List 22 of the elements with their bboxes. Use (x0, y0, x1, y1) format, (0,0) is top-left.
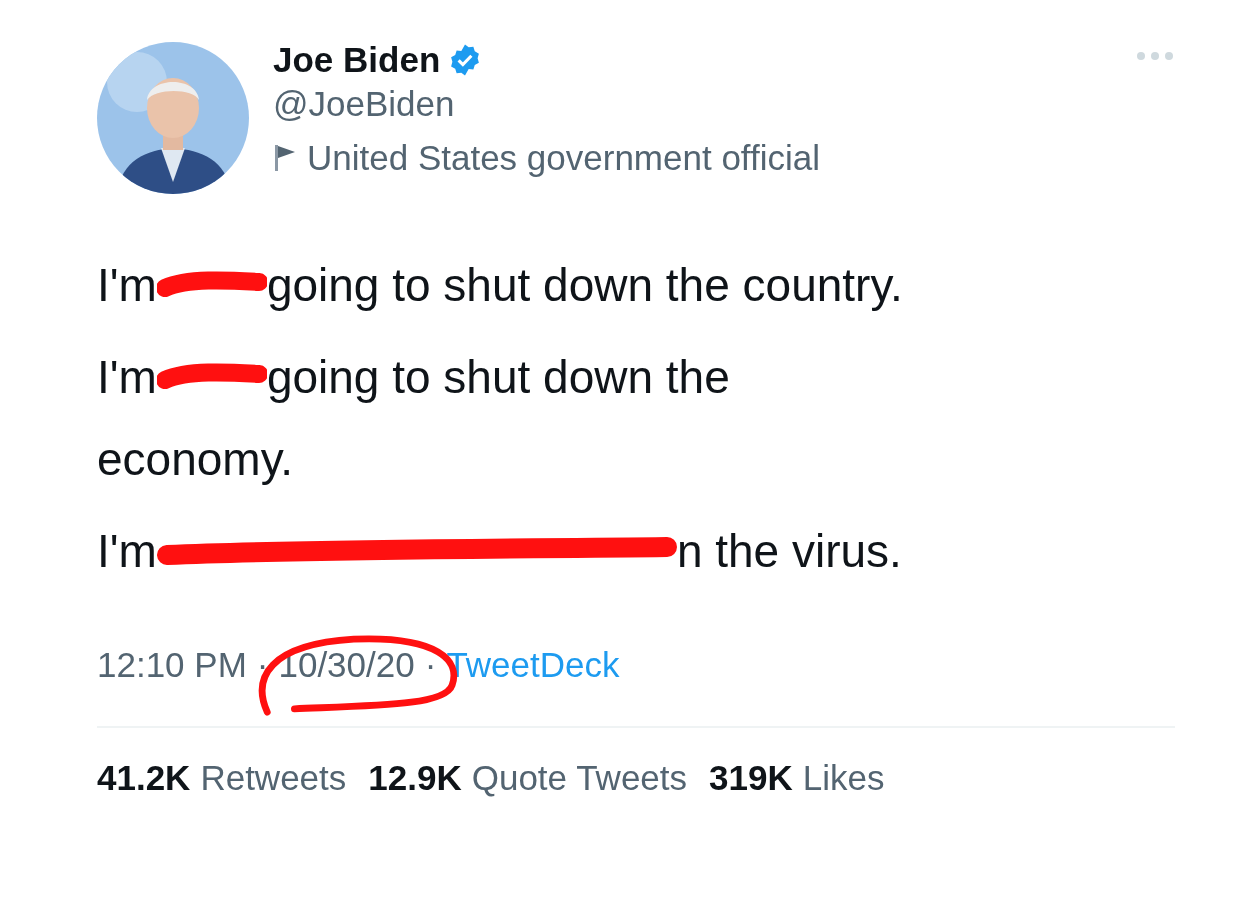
account-label: United States government official (307, 138, 820, 178)
tweet-text: n the virus. (676, 524, 902, 578)
tweet-text: economy. (97, 432, 294, 486)
separator-dot: · (256, 645, 269, 685)
stat-count: 12.9K (368, 758, 462, 798)
tweet-time: 12:10 PM (97, 645, 247, 685)
separator-dot: · (424, 645, 437, 685)
author-name[interactable]: Joe Biden (273, 40, 441, 80)
stat-label[interactable]: Likes (802, 758, 885, 798)
author-handle[interactable]: @JoeBiden (273, 84, 820, 124)
tweet-text: going to shut down the (266, 350, 730, 404)
tweet-text: I'm (97, 350, 157, 404)
stat-label[interactable]: Retweets (200, 758, 347, 798)
more-options-icon[interactable] (1135, 50, 1175, 62)
stat-count: 319K (709, 758, 793, 798)
tweet-text: going to shut down the country. (266, 258, 903, 312)
tweet-text: I'm (97, 258, 157, 312)
tweet-date[interactable]: 10/30/20 (278, 645, 415, 685)
stat-count: 41.2K (97, 758, 191, 798)
tweet-text: I'm (97, 524, 157, 578)
stat-label[interactable]: Quote Tweets (471, 758, 688, 798)
flag-icon (273, 143, 297, 173)
